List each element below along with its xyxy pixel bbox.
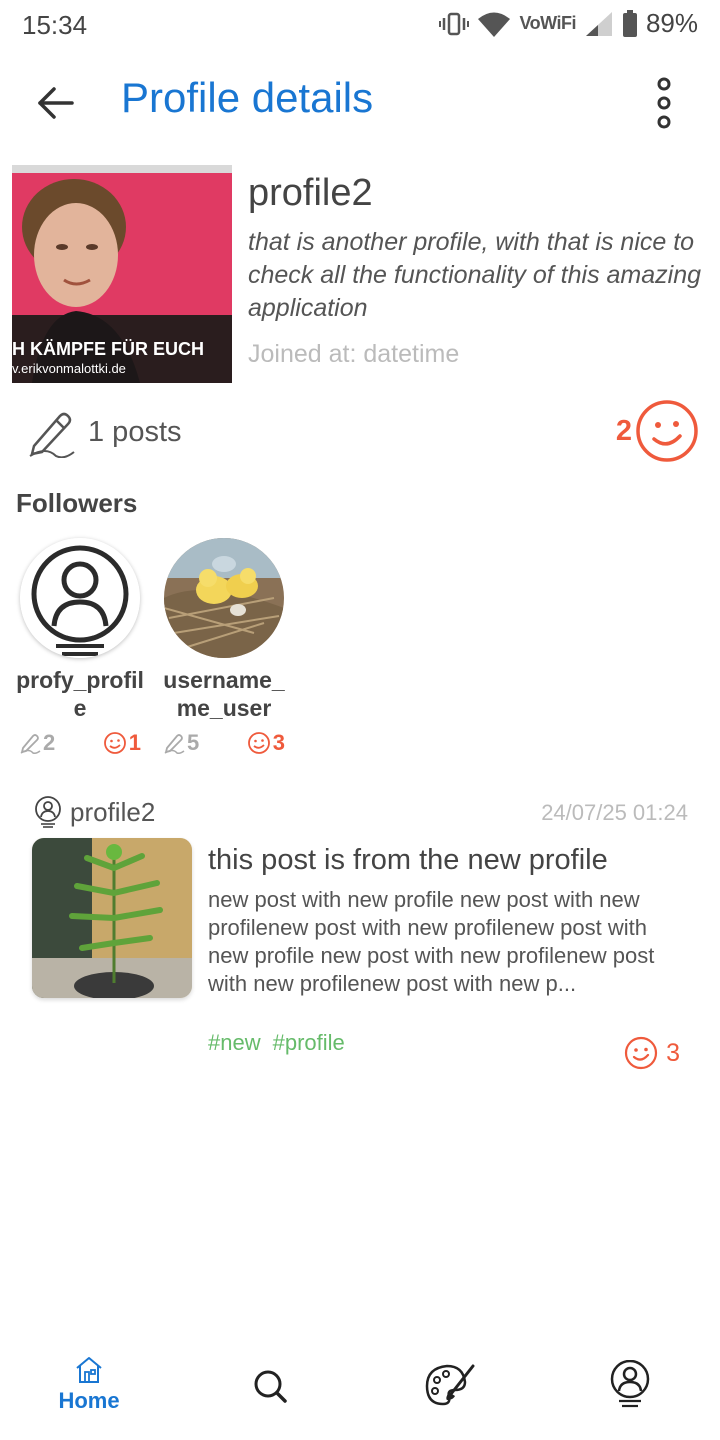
follower-smiles: 3 (247, 730, 285, 756)
posts-count-label: 1 posts (88, 415, 182, 448)
signal-icon (585, 11, 612, 36)
post-author[interactable]: profile2 (34, 796, 155, 828)
nav-profile[interactable] (570, 1350, 690, 1430)
profile-photo[interactable]: H KÄMPFE FÜR EUCH v.erikvonmalottki.de (12, 165, 232, 383)
follower-avatar[interactable] (164, 538, 284, 658)
follower-name: username_me_user (163, 667, 285, 721)
profile-icon (35, 796, 61, 828)
status-icons: VoWiFi 89% (439, 8, 698, 39)
follower-item[interactable]: username_me_user 5 3 (159, 538, 289, 756)
photo-text-line2: v.erikvonmalottki.de (12, 361, 126, 376)
follower-posts: 5 (163, 730, 199, 756)
follower-smiles-count: 1 (128, 730, 141, 755)
follower-item[interactable]: profy_profile 2 1 (15, 538, 145, 756)
smile-icon (247, 732, 270, 754)
post-date: 24/07/25 01:24 (541, 800, 688, 825)
photo-text-line1: H KÄMPFE FÜR EUCH (12, 339, 204, 359)
network-label: VoWiFi (519, 13, 576, 33)
profile-bio: that is another profile, with that is ni… (248, 228, 702, 322)
nav-home[interactable]: Home (29, 1350, 149, 1430)
follower-posts-count: 2 (43, 730, 56, 755)
follower-stats: 2 1 (15, 730, 145, 756)
status-bar: 15:34 VoWiFi 89% (0, 0, 720, 50)
smile-icon (636, 400, 698, 462)
page-title: Profile details (121, 74, 374, 121)
follower-smiles-count: 3 (272, 730, 285, 755)
battery-percent: 89% (645, 8, 698, 38)
smile-count-value: 2 (615, 414, 632, 447)
follower-name: profy_profile (16, 667, 144, 721)
battery-icon (622, 9, 637, 37)
pen-icon (29, 412, 75, 458)
post-title[interactable]: this post is from the new profile (208, 844, 608, 877)
app-bar: Profile details (0, 62, 720, 134)
nav-search[interactable] (210, 1350, 330, 1430)
post-tag[interactable]: #new (208, 1030, 261, 1056)
follower-avatar[interactable] (20, 538, 140, 658)
back-button[interactable] (30, 78, 80, 128)
profile-joined-date: Joined at: datetime (248, 340, 460, 368)
smile-icon (103, 732, 126, 754)
post-author-name: profile2 (70, 796, 156, 827)
follower-smiles: 1 (103, 730, 141, 756)
smile-count[interactable]: 2 (616, 398, 700, 464)
post-tags: #new #profile (208, 1030, 345, 1056)
profile-placeholder-icon (20, 538, 140, 658)
palette-icon (425, 1364, 475, 1406)
vibrate-icon (439, 12, 470, 35)
posts-count[interactable]: 1 posts (26, 406, 182, 458)
more-options-button[interactable] (640, 74, 688, 134)
follower-stats: 5 3 (159, 730, 289, 756)
more-vertical-icon (657, 77, 671, 129)
status-time: 15:34 (22, 10, 88, 40)
nav-create[interactable] (390, 1350, 510, 1430)
profile-icon (610, 1360, 650, 1408)
follower-photo (164, 538, 284, 658)
post-image (32, 838, 192, 998)
post-tag[interactable]: #profile (273, 1030, 345, 1056)
wifi-icon (478, 12, 511, 37)
post-reactions[interactable]: 3 (624, 1036, 680, 1070)
follower-posts: 2 (19, 730, 55, 756)
nav-home-label: Home (58, 1388, 120, 1413)
smile-icon (624, 1036, 658, 1070)
arrow-left-icon (38, 87, 74, 119)
follower-posts-count: 5 (187, 730, 200, 755)
post-thumbnail[interactable] (32, 838, 192, 998)
search-icon (254, 1370, 287, 1403)
post-body: new post with new profile new post with … (208, 887, 655, 996)
pen-icon (20, 734, 41, 754)
bottom-navigation: Home (0, 1350, 720, 1440)
post-reactions-count: 3 (666, 1038, 680, 1067)
pen-icon (164, 734, 185, 754)
profile-name: profile2 (248, 172, 373, 214)
home-icon (76, 1357, 102, 1383)
followers-heading: Followers (16, 488, 138, 518)
